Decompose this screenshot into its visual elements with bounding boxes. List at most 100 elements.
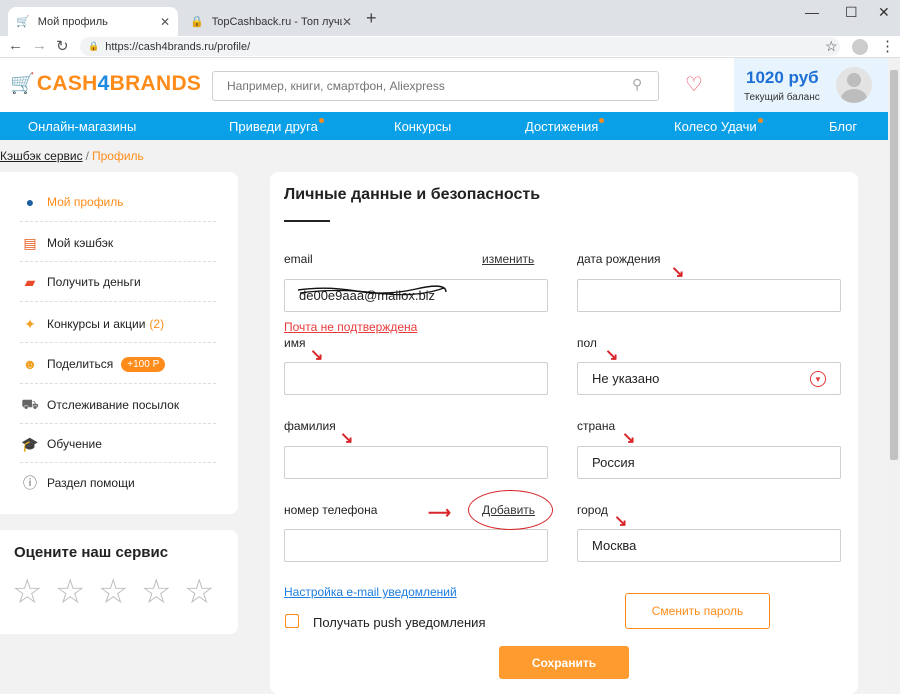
close-window-icon[interactable]: ✕: [878, 4, 890, 21]
birth-date-field[interactable]: [577, 279, 841, 312]
notification-dot: [318, 118, 324, 123]
lock-icon: 🔒: [190, 16, 204, 28]
breadcrumb-root[interactable]: Кэшбэк сервис: [0, 149, 83, 163]
title-underline: [284, 220, 330, 222]
truck-icon: ⛟: [21, 395, 39, 412]
back-icon[interactable]: ←: [8, 37, 23, 54]
browser-profile-icon[interactable]: [852, 39, 868, 55]
notification-dot: [757, 118, 763, 123]
notification-dot: [599, 118, 605, 123]
profile-card: Личные данные и безопасность email измен…: [270, 172, 858, 694]
scrollbar[interactable]: [888, 58, 900, 694]
email-scribble-annotation: [297, 285, 447, 296]
chevron-down-icon: ▼: [810, 371, 826, 387]
nav-online-stores[interactable]: Онлайн-магазины: [28, 119, 136, 134]
sidebar-item-help[interactable]: ⓘ Раздел помощи: [20, 472, 216, 494]
rate-title: Оцените наш сервис: [14, 544, 169, 561]
nav-achievements[interactable]: Достижения: [525, 118, 605, 134]
divider: [20, 383, 216, 384]
sidebar: ● Мой профиль ▤ Мой кэшбэк ▰ Получить де…: [0, 172, 238, 514]
gender-label: пол: [577, 336, 597, 350]
url-field[interactable]: 🔒 https://cash4brands.ru/profile/: [80, 37, 840, 56]
avatar[interactable]: [836, 67, 872, 103]
nav-contests[interactable]: Конкурсы: [394, 119, 451, 134]
email-unconfirmed-warning[interactable]: Почта не подтверждена: [284, 320, 417, 334]
forward-icon[interactable]: →: [32, 37, 47, 54]
sidebar-item-share[interactable]: ☻ Поделиться +100 Р: [20, 353, 216, 375]
balance-label: Текущий баланс: [744, 92, 820, 103]
balance-box[interactable]: 1020 руб Текущий баланс: [734, 58, 888, 112]
search-icon[interactable]: ⚲: [632, 76, 642, 93]
wallet-icon: ▰: [24, 273, 36, 290]
browser-tab-profile[interactable]: 🛒 Мой профиль ✕: [8, 7, 178, 36]
divider: [20, 301, 216, 302]
star-icon[interactable]: ☆: [184, 572, 214, 612]
sidebar-item-get-money[interactable]: ▰ Получить деньги: [20, 271, 216, 293]
annotation-arrow-icon: ⟶: [428, 505, 451, 522]
scrollbar-thumb[interactable]: [890, 70, 898, 460]
star-icon[interactable]: ☆: [141, 572, 171, 612]
menu-icon[interactable]: ⋮: [880, 37, 895, 55]
new-tab-icon[interactable]: +: [366, 8, 377, 29]
country-label: страна: [577, 419, 616, 433]
sidebar-item-contests[interactable]: ✦ Конкурсы и акции (2): [20, 313, 216, 335]
email-change-link[interactable]: изменить: [482, 252, 534, 266]
lock-icon: 🔒: [88, 41, 100, 51]
divider: [20, 423, 216, 424]
heart-icon[interactable]: ♡: [685, 72, 703, 97]
phone-field[interactable]: [284, 529, 548, 562]
annotation-arrow-icon: ↘: [310, 347, 324, 364]
surname-field[interactable]: [284, 446, 548, 479]
reload-icon[interactable]: ↻: [56, 37, 69, 55]
save-button[interactable]: Сохранить: [499, 646, 629, 679]
change-password-button[interactable]: Сменить пароль: [625, 593, 770, 629]
annotation-arrow-icon: ↘: [340, 430, 354, 447]
nav-wheel-of-fortune[interactable]: Колесо Удачи: [674, 118, 763, 134]
search-input[interactable]: [212, 71, 659, 101]
user-icon: ●: [25, 194, 35, 210]
contests-count: (2): [149, 317, 165, 331]
maximize-icon[interactable]: ☐: [845, 4, 858, 21]
close-icon[interactable]: ✕: [160, 15, 170, 29]
party-icon: ✦: [24, 315, 36, 332]
gender-select[interactable]: Не указано ▼: [577, 362, 841, 395]
receipt-icon: ▤: [23, 234, 37, 251]
bookmark-star-icon[interactable]: ☆: [825, 38, 838, 55]
push-notifications-label: Получать push уведомления: [313, 615, 486, 630]
city-field[interactable]: Москва: [577, 529, 841, 562]
logo-text-brands: BRANDS: [109, 71, 202, 95]
push-notifications-checkbox[interactable]: [285, 614, 299, 628]
sidebar-item-my-cashback[interactable]: ▤ Мой кэшбэк: [20, 232, 216, 254]
star-icon[interactable]: ☆: [55, 572, 85, 612]
sidebar-item-parcel-tracking[interactable]: ⛟ Отслеживание посылок: [20, 394, 216, 416]
nav-blog[interactable]: Блог: [829, 119, 857, 134]
country-field[interactable]: Россия: [577, 446, 841, 479]
sidebar-item-my-profile[interactable]: ● Мой профиль: [20, 191, 216, 213]
logo-text-cash: CASH: [36, 71, 98, 95]
email-notifications-link[interactable]: Настройка e-mail уведомлений: [284, 585, 457, 599]
minimize-icon[interactable]: —: [805, 4, 819, 20]
tab-title: TopCashback.ru - Топ лучших кэ: [211, 15, 342, 28]
star-icon[interactable]: ☆: [12, 572, 42, 612]
close-icon[interactable]: ✕: [342, 15, 352, 29]
star-icon[interactable]: ☆: [98, 572, 128, 612]
page-title: Личные данные и безопасность: [284, 186, 541, 203]
divider: [20, 261, 216, 262]
share-bonus-badge: +100 Р: [121, 356, 166, 372]
divider: [20, 342, 216, 343]
breadcrumb: Кэшбэк сервис / Профиль: [0, 149, 144, 163]
browser-tab-bar: 🛒 Мой профиль ✕ 🔒 TopCashback.ru - Топ л…: [0, 0, 900, 36]
site-header: 🛒 CASH4BRANDS ⚲ ♡ 1020 руб Текущий балан…: [0, 58, 888, 112]
rate-service-box: Оцените наш сервис ☆ ☆ ☆ ☆ ☆: [0, 530, 238, 634]
sidebar-item-training[interactable]: 🎓 Обучение: [20, 433, 216, 455]
annotation-circle: [468, 490, 553, 530]
logo-text-4: 4: [97, 71, 110, 95]
graduation-cap-icon: 🎓: [21, 435, 39, 452]
nav-invite-friend[interactable]: Приведи друга: [229, 118, 324, 134]
browser-tab-topcashback[interactable]: 🔒 TopCashback.ru - Топ лучших кэ ✕: [182, 7, 360, 36]
name-field[interactable]: [284, 362, 548, 395]
help-icon: ⓘ: [23, 475, 37, 491]
breadcrumb-separator: /: [85, 149, 89, 163]
logo[interactable]: 🛒 CASH4BRANDS: [10, 71, 201, 96]
share-icon: ☻: [22, 356, 38, 372]
